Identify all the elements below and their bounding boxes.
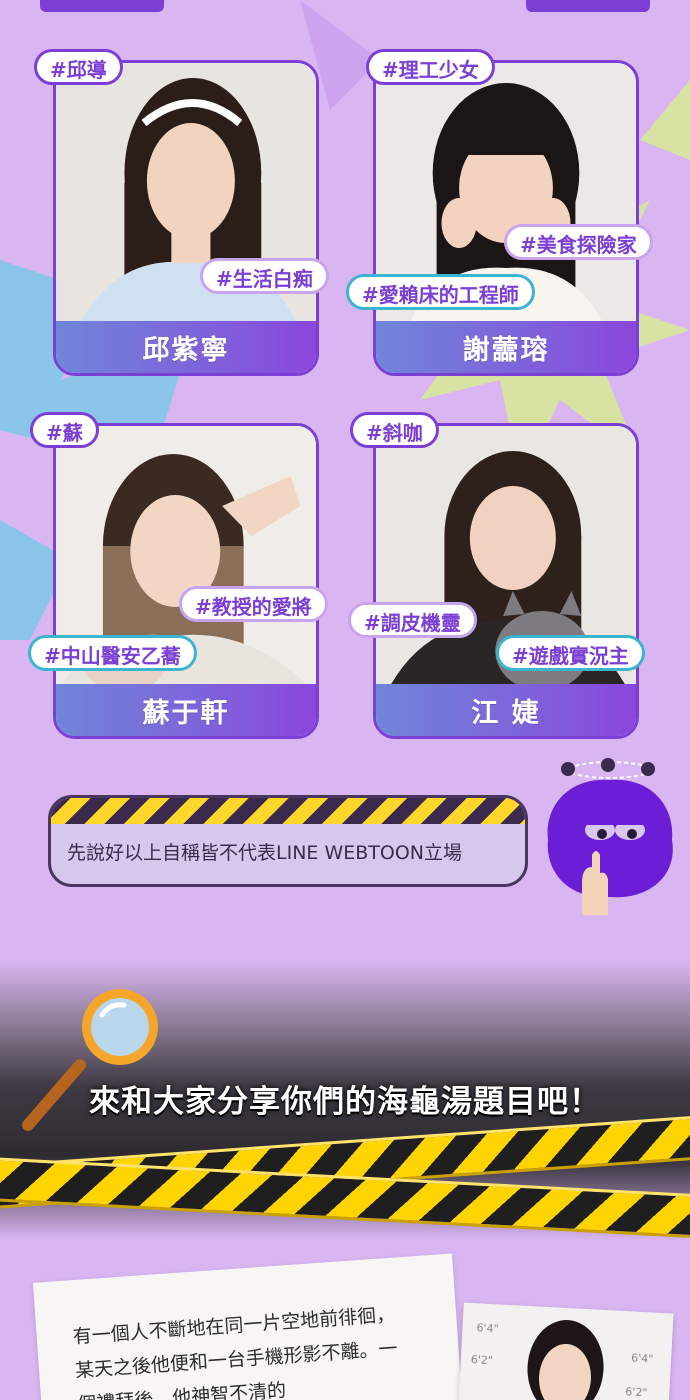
top-tab-left <box>40 0 164 12</box>
profile-tag: #斜咖 <box>350 412 439 448</box>
profile-name-4: 江 婕 <box>376 684 636 736</box>
height-mark: 6'4" <box>630 1351 654 1366</box>
top-tab-right <box>526 0 650 12</box>
page: 邱紫寧 #邱導 #生活白痴 謝蘦瑢 #理工少女 #美食探險家 #愛賴床的工程師 <box>0 0 690 1400</box>
profile-tag: #美食探險家 <box>504 224 653 260</box>
height-mark: 6'2" <box>470 1353 494 1368</box>
profile-tag: #愛賴床的工程師 <box>346 274 535 310</box>
disclaimer-text: 先說好以上自稱皆不代表LINE WEBTOON立場 <box>67 842 463 864</box>
section-headline: 來和大家分享你們的海龜湯題目吧！ <box>89 1084 601 1120</box>
profile-tag: #邱導 <box>34 49 123 85</box>
profile-name-3: 蘇于軒 <box>56 684 316 736</box>
mascot-icon <box>547 758 673 915</box>
height-mark: 6'2" <box>625 1385 648 1400</box>
hazard-stripe <box>51 798 525 824</box>
profile-card-3: 蘇于軒 <box>53 423 319 739</box>
profile-name-1: 邱紫寧 <box>56 321 316 373</box>
mugshot-figure <box>527 1320 604 1400</box>
profile-card-1: 邱紫寧 <box>53 60 319 376</box>
profile-tag: #蘇 <box>30 412 99 448</box>
profile-tag: #遊戲實況主 <box>496 635 645 671</box>
mugshot-photo: 6'4" 6'2" 6'4" 6'2" <box>456 1302 674 1400</box>
profile-tag: #調皮機靈 <box>348 602 477 638</box>
story-note-text: 有一個人不斷地在同一片空地前徘徊，某天之後他便和一台手機形影不離。一個禮拜後，他… <box>72 1303 399 1400</box>
profile-tag: #理工少女 <box>366 49 495 85</box>
profile-card-4: 江 婕 <box>373 423 639 739</box>
profile-tag: #中山醫安乙蕎 <box>28 635 197 671</box>
profile-tag: #生活白痴 <box>200 258 329 294</box>
profile-tag: #教授的愛將 <box>179 586 328 622</box>
profile-name-2: 謝蘦瑢 <box>376 321 636 373</box>
height-mark: 6'4" <box>476 1321 499 1336</box>
profile-card-2: 謝蘦瑢 <box>373 60 639 376</box>
disclaimer-box: 先說好以上自稱皆不代表LINE WEBTOON立場 <box>48 795 528 887</box>
story-note: 有一個人不斷地在同一片空地前徘徊，某天之後他便和一台手機形影不離。一個禮拜後，他… <box>32 1253 464 1400</box>
